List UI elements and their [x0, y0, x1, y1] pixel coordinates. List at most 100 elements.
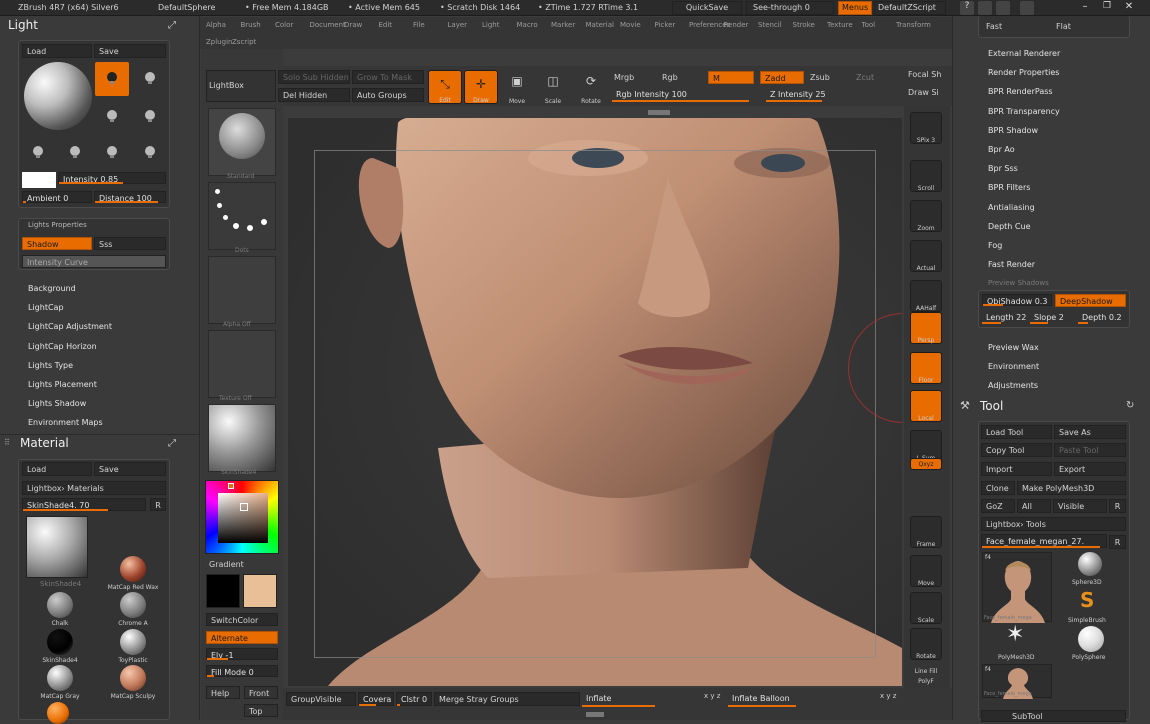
auto-groups-button[interactable]: Auto Groups [352, 88, 424, 102]
material-load-button[interactable]: Load [22, 462, 92, 476]
tool-thumb-face[interactable]: f4 Face_female_mega [982, 552, 1052, 623]
render-adjustments[interactable]: Adjustments [988, 381, 1038, 390]
dock-icon[interactable] [1020, 1, 1034, 15]
save-as-button[interactable]: Save As [1054, 425, 1126, 439]
light-load-button[interactable]: Load [22, 44, 92, 58]
current-tool-slider[interactable]: Face_female_megan_27. [981, 534, 1107, 548]
deepshadow-button[interactable]: DeepShadow [1055, 294, 1126, 307]
help-icon[interactable]: ? [960, 1, 974, 15]
clstr-slider[interactable]: Clstr 0 [396, 692, 432, 706]
light-bulb-active[interactable] [95, 62, 129, 96]
render-fast-render[interactable]: Fast Render [988, 260, 1035, 269]
help-button[interactable]: Help [206, 686, 240, 699]
tool-strip-scroll[interactable]: Scroll [910, 160, 942, 192]
color-picker[interactable] [205, 480, 279, 554]
goz-button[interactable]: GoZ [981, 499, 1015, 513]
menu-brush[interactable]: Brush [241, 21, 261, 29]
tool-strip-spix-3[interactable]: SPix 3 [910, 112, 942, 144]
group-visible-button[interactable]: GroupVisible [286, 692, 356, 706]
menu-transform[interactable]: Transform [896, 21, 931, 29]
material-swatch-1[interactable] [120, 556, 146, 582]
material-swatch-2[interactable] [47, 592, 73, 618]
render-bpr-filters[interactable]: BPR Filters [988, 183, 1030, 192]
tool-strip-polyf[interactable]: PolyF [910, 670, 942, 685]
lightbox-tools-button[interactable]: Lightbox› Tools [981, 517, 1126, 531]
main-color-swatch[interactable] [243, 574, 277, 608]
tool-strip-floor[interactable]: Floor [910, 352, 942, 384]
menu-macro[interactable]: Macro [517, 21, 538, 29]
menu-render[interactable]: Render [724, 21, 749, 29]
export-button[interactable]: Export [1054, 462, 1126, 476]
menu-texture[interactable]: Texture [827, 21, 853, 29]
light-subpalette-lights-type[interactable]: Lights Type [28, 361, 73, 370]
grow-to-mask-button[interactable]: Grow To Mask [352, 70, 424, 84]
material-shelf-thumb[interactable]: SkinShade4 [208, 404, 276, 476]
light-color-swatch[interactable] [22, 172, 56, 188]
render-environment[interactable]: Environment [988, 362, 1039, 371]
mrgb-button[interactable]: Mrgb [614, 73, 634, 82]
close-icon[interactable]: ✕ [1122, 1, 1136, 15]
bulb-icon[interactable] [107, 146, 117, 158]
render-antialiasing[interactable]: Antialiasing [988, 203, 1035, 212]
shadow-depth-slider[interactable]: Depth 0.2 [1078, 311, 1126, 324]
menus-button[interactable]: Menus [838, 1, 872, 15]
subtool-header[interactable]: SubTool [981, 710, 1126, 722]
draw-size-slider[interactable]: Draw Si [908, 88, 939, 97]
material-swatch-orange[interactable] [47, 702, 69, 724]
bulb-icon[interactable] [145, 72, 155, 84]
lightbox-button[interactable]: LightBox [206, 70, 276, 102]
goz-visible-button[interactable]: Visible [1053, 499, 1107, 513]
rgb-button[interactable]: Rgb [662, 73, 678, 82]
default-zscript-button[interactable]: DefaultZScript [874, 1, 946, 15]
rotate-mode-button[interactable]: ⟳ Rotate [575, 70, 607, 105]
zadd-button[interactable]: Zadd [760, 71, 804, 84]
material-popout-icon[interactable]: ⤢ [168, 438, 176, 449]
menu-movie[interactable]: Movie [620, 21, 641, 29]
render-render-properties[interactable]: Render Properties [988, 68, 1059, 77]
tool-strip-scale[interactable]: Scale [910, 592, 942, 624]
viewport-top-handle[interactable] [648, 110, 670, 115]
render-bpr-shadow[interactable]: BPR Shadow [988, 126, 1038, 135]
bulb-icon[interactable] [33, 146, 43, 158]
copy-tool-button[interactable]: Copy Tool [981, 443, 1052, 457]
stroke-thumb[interactable]: Dots [208, 182, 276, 254]
light-popout-icon[interactable]: ⤢ [168, 20, 176, 31]
bottom-scroll-handle[interactable] [586, 712, 604, 717]
load-tool-button[interactable]: Load Tool [981, 425, 1052, 439]
menu-layer[interactable]: Layer [448, 21, 468, 29]
shadow-length-slider[interactable]: Length 22 [982, 311, 1030, 324]
distance-slider[interactable]: Distance 100 [94, 191, 166, 203]
render-bpr-ao[interactable]: Bpr Ao [988, 145, 1015, 154]
layout-icon[interactable] [978, 1, 992, 15]
tool-strip-move[interactable]: Move [910, 555, 942, 587]
render-preview-wax[interactable]: Preview Wax [988, 343, 1039, 352]
inflate-xyz[interactable]: x y z [704, 692, 720, 700]
maximize-icon[interactable]: ❐ [1100, 1, 1114, 15]
scale-mode-button[interactable]: ◫ Scale [537, 70, 569, 105]
bulb-icon[interactable] [107, 110, 117, 122]
merge-stray-groups-button[interactable]: Merge Stray Groups [434, 692, 580, 706]
elv-slider[interactable]: Elv -1 [206, 648, 278, 660]
tool-thumb-simplebrush[interactable]: S SimpleBrush [1068, 588, 1114, 626]
clone-button[interactable]: Clone [981, 481, 1015, 495]
bulb-icon[interactable] [70, 146, 80, 158]
menu-alpha[interactable]: Alpha [206, 21, 226, 29]
light-save-button[interactable]: Save [94, 44, 166, 58]
menu-tool[interactable]: Tool [862, 21, 876, 29]
shadow-button[interactable]: Shadow [22, 237, 92, 250]
current-material-slider[interactable]: SkinShade4. 70 [22, 498, 146, 511]
menu-document[interactable]: Document [310, 21, 346, 29]
objshadow-slider[interactable]: ObjShadow 0.3 [982, 294, 1052, 306]
rgb-intensity-slider[interactable]: Rgb Intensity 100 [612, 88, 756, 102]
intensity-curve-button[interactable]: Intensity Curve [22, 255, 166, 268]
coverage-slider[interactable]: Covera [358, 692, 394, 706]
menu-stroke[interactable]: Stroke [793, 21, 815, 29]
tool-strip-qxyz[interactable]: Qxyz [910, 458, 942, 470]
secondary-color-swatch[interactable] [206, 574, 240, 608]
current-material-thumb[interactable] [26, 516, 88, 578]
minimize-icon[interactable]: – [1078, 1, 1092, 15]
menu-file[interactable]: File [413, 21, 425, 29]
palette-icon[interactable] [996, 1, 1010, 15]
zcut-button[interactable]: Zcut [856, 73, 874, 82]
m-button[interactable]: M [708, 71, 754, 84]
